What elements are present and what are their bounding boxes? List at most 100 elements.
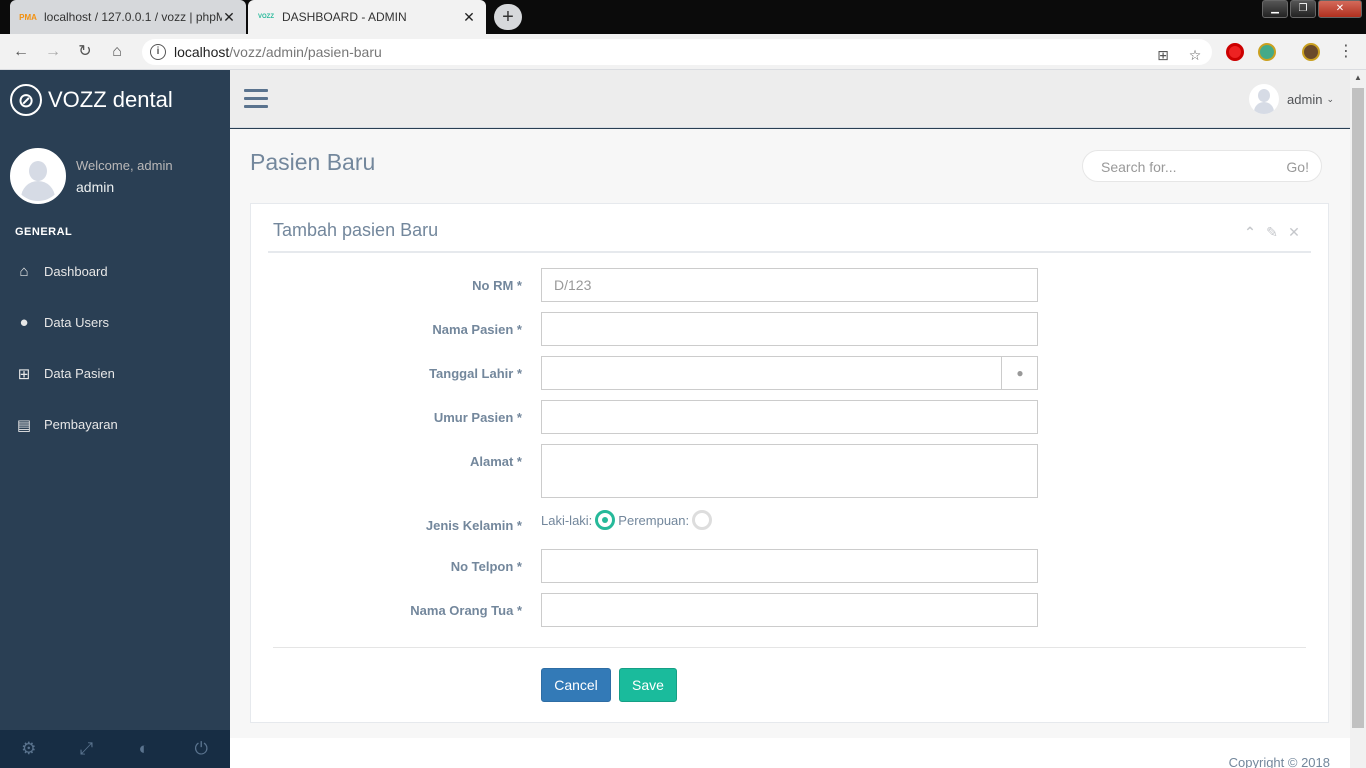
male-radio[interactable] [595, 510, 616, 530]
profile-extension-icon[interactable] [1302, 43, 1320, 61]
tanggal-lahir-label: Tanggal Lahir * [429, 366, 522, 381]
sidebar-item-label: Data Pasien [44, 366, 115, 381]
tab-title: DASHBOARD - ADMIN [282, 10, 407, 24]
footer: Copyright © 2018 [230, 738, 1350, 768]
brand[interactable]: ⊘ VOZZ dental [10, 84, 173, 116]
chevron-down-icon: ⌄ [1326, 93, 1334, 104]
new-tab-button[interactable]: + [494, 4, 522, 30]
copyright-text: Copyright © 2018 [1228, 755, 1330, 768]
alamat-label: Alamat * [469, 454, 522, 469]
female-option-label: Perempuan: [618, 512, 690, 528]
sidebar-item-label: Data Users [44, 315, 110, 330]
forward-icon[interactable]: → [41, 40, 65, 64]
menu-toggle-icon[interactable] [244, 89, 268, 109]
no-rm-label: No RM * [472, 278, 522, 293]
scroll-thumb[interactable] [1352, 88, 1364, 728]
user-icon: ● [19, 314, 29, 331]
female-radio[interactable] [692, 510, 713, 530]
minimize-button[interactable]: ▁ [1262, 0, 1288, 18]
brand-name: VOZZ dental [48, 87, 173, 112]
form-divider [273, 647, 1306, 648]
wrench-icon[interactable]: ✎ [1264, 224, 1280, 241]
user-icon: ● [1001, 356, 1038, 390]
sidebar-item-data-users[interactable]: ● Data Users [0, 297, 230, 348]
home-icon[interactable]: ⌂ [105, 40, 129, 64]
avatar [10, 148, 66, 204]
form-panel: Tambah pasien Baru ⌃ ✎ ✕ No RM * Nama Pa… [250, 203, 1329, 723]
browser-tab-phpmyadmin[interactable]: PMA localhost / 127.0.0.1 / vozz | phpMy… [10, 0, 246, 34]
cancel-button[interactable]: Cancel [541, 668, 611, 702]
search-input[interactable] [1101, 159, 1271, 175]
gender-radio-group: Laki-laki: Perempuan: [541, 510, 715, 530]
sidebar-footer: ⚙ ⤢ ◐ ⏻ [0, 730, 230, 768]
menu-section-title: GENERAL [15, 226, 73, 238]
tab-title: localhost / 127.0.0.1 / vozz | phpMyAdmi… [44, 10, 222, 24]
nama-pasien-input[interactable] [541, 312, 1038, 346]
welcome-text: Welcome, admin [76, 157, 173, 173]
reload-icon[interactable]: ↻ [73, 40, 97, 64]
avatar [1249, 84, 1280, 114]
main-content: Pasien Baru Go! Tambah pasien Baru ⌃ ✎ ✕… [230, 129, 1350, 768]
maximize-button[interactable]: ❐ [1290, 0, 1316, 18]
sidebar-item-data-pasien[interactable]: ⊞ Data Pasien [0, 348, 230, 399]
nama-orang-tua-input[interactable] [541, 593, 1038, 627]
alamat-textarea[interactable] [541, 444, 1038, 498]
save-button[interactable]: Save [619, 668, 677, 702]
panel-title: Tambah pasien Baru [273, 220, 439, 240]
opera-extension-icon[interactable] [1226, 43, 1244, 61]
panel-divider [268, 251, 1311, 253]
sidebar: ⊘ VOZZ dental Welcome, admin admin GENER… [0, 70, 230, 768]
user-name: admin [1287, 91, 1323, 107]
window-close-button[interactable]: ✕ [1318, 0, 1362, 18]
medkit-icon: ⊞ [17, 365, 31, 383]
scroll-up-icon[interactable]: ▲ [1350, 70, 1366, 86]
search-box: Go! [1082, 150, 1322, 182]
close-tab-icon[interactable]: ✕ [462, 9, 476, 26]
profile-username: admin [76, 178, 115, 195]
home-icon: ⌂ [19, 263, 29, 280]
umur-pasien-input[interactable] [541, 400, 1038, 434]
browser-toolbar: ← → ↻ ⌂ i localhost/vozz/admin/pasien-ba… [0, 34, 1366, 70]
url-text[interactable]: localhost/vozz/admin/pasien-baru [174, 44, 382, 60]
top-navbar: admin ⌄ [230, 70, 1350, 128]
male-option-label: Laki-laki: [541, 512, 593, 528]
search-go-button[interactable]: Go! [1286, 159, 1309, 175]
settings-icon[interactable]: ⚙ [0, 730, 58, 768]
browser-titlebar: PMA localhost / 127.0.0.1 / vozz | phpMy… [0, 0, 1366, 34]
no-rm-input[interactable] [541, 268, 1038, 302]
close-tab-icon[interactable]: ✕ [222, 9, 236, 26]
lock-icon[interactable]: ◐ [115, 730, 173, 768]
close-icon[interactable]: ✕ [1286, 224, 1302, 241]
panel-toolbox: ⌃ ✎ ✕ [1236, 224, 1302, 241]
collapse-icon[interactable]: ⌃ [1242, 224, 1258, 241]
user-dropdown[interactable]: admin ⌄ [1249, 84, 1334, 114]
file-icon: ▤ [16, 416, 32, 434]
sidebar-item-label: Pembayaran [44, 417, 118, 432]
no-telpon-input[interactable] [541, 549, 1038, 583]
bookmark-star-icon[interactable]: ☆ [1186, 46, 1204, 64]
back-icon[interactable]: ← [9, 40, 33, 64]
nama-pasien-label: Nama Pasien * [432, 322, 522, 337]
fullscreen-icon[interactable]: ⤢ [58, 730, 116, 768]
window-controls: ▁ ❐ ✕ [1260, 0, 1362, 18]
profile: Welcome, admin admin [10, 148, 173, 204]
page-scrollbar[interactable]: ▲ [1350, 70, 1366, 768]
address-bar[interactable]: i localhost/vozz/admin/pasien-baru ⊞ ☆ [142, 39, 1212, 65]
nama-orang-tua-label: Nama Orang Tua * [410, 603, 522, 618]
jenis-kelamin-label: Jenis Kelamin * [425, 518, 522, 533]
vozz-favicon-icon: VOZZ [258, 14, 274, 20]
sidebar-item-label: Dashboard [44, 264, 108, 279]
umur-pasien-label: Umur Pasien * [433, 410, 522, 425]
sidebar-item-pembayaran[interactable]: ▤ Pembayaran [0, 399, 230, 450]
globe-extension-icon[interactable] [1258, 43, 1276, 61]
sidebar-item-dashboard[interactable]: ⌂ Dashboard [0, 246, 230, 297]
translate-icon[interactable]: ⊞ [1154, 46, 1172, 64]
tanggal-lahir-input[interactable] [541, 356, 1038, 390]
browser-tab-dashboard[interactable]: VOZZ DASHBOARD - ADMIN ✕ [248, 0, 486, 34]
sidebar-menu: ⌂ Dashboard ● Data Users ⊞ Data Pasien ▤… [0, 246, 230, 450]
pma-favicon-icon: PMA [19, 12, 37, 22]
browser-menu-icon[interactable]: ⋮ [1334, 40, 1358, 64]
logout-icon[interactable]: ⏻ [173, 730, 231, 768]
no-telpon-label: No Telpon * [450, 559, 522, 574]
info-icon[interactable]: i [150, 44, 166, 60]
